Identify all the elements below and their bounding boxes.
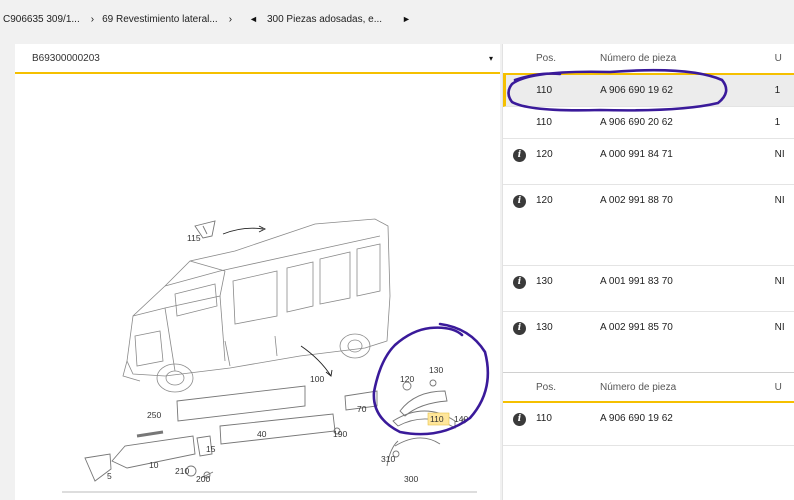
row-pos: 110 (535, 413, 552, 424)
breadcrumb: C906635 309/1... › 69 Revestimiento late… (0, 0, 794, 38)
row-qty: NI (774, 195, 785, 206)
row-pos: 110 (535, 117, 552, 128)
label-190: 190 (333, 429, 347, 439)
table-row[interactable]: 110 A 906 690 19 62 1 (503, 75, 794, 107)
breadcrumb-item-model[interactable]: C906635 309/1... (3, 14, 80, 25)
table-row[interactable]: i 110 A 906 690 19 62 (503, 403, 794, 446)
row-qty: NI (774, 276, 785, 287)
label-115: 115 (187, 233, 201, 243)
row-part-number: A 906 690 20 62 (600, 117, 673, 128)
row-pos: 130 (535, 322, 553, 333)
row-qty: NI (774, 322, 785, 333)
row-qty: 1 (774, 117, 781, 128)
label-120: 120 (400, 374, 414, 384)
previous-arrow-icon[interactable]: ◄ (249, 14, 258, 24)
label-15: 15 (206, 444, 216, 454)
info-icon[interactable]: i (512, 195, 526, 208)
label-140: 140 (454, 414, 468, 424)
row-part-number: A 906 690 19 62 (600, 413, 673, 424)
header-part-number[interactable]: Número de pieza (600, 382, 775, 393)
header-pos[interactable]: Pos. (536, 382, 600, 393)
info-icon[interactable]: i (512, 276, 526, 289)
label-250: 250 (147, 410, 161, 420)
table-row[interactable]: i 120 A 000 991 84 71 NI (503, 139, 794, 185)
header-pos[interactable]: Pos. (536, 53, 600, 64)
label-130: 130 (429, 365, 443, 375)
row-pos: 120 (535, 195, 553, 206)
row-qty: NI (774, 149, 785, 160)
next-arrow-icon[interactable]: ► (402, 14, 411, 24)
label-300: 300 (404, 474, 418, 484)
row-pos: 130 (535, 276, 553, 287)
row-qty: 1 (774, 85, 781, 96)
label-310: 310 (381, 454, 395, 464)
info-icon[interactable]: i (512, 413, 526, 426)
header-part-number[interactable]: Número de pieza (600, 53, 775, 64)
table-row[interactable]: i 120 A 002 991 88 70 NI (503, 185, 794, 266)
diagram-selector[interactable]: B69300000203 ▾ (15, 44, 500, 74)
table-row[interactable]: i 130 A 002 991 85 70 NI (503, 312, 794, 373)
info-icon[interactable]: i (512, 149, 526, 162)
row-pos: 120 (535, 149, 553, 160)
header-qty[interactable]: U (775, 382, 794, 393)
header-qty[interactable]: U (775, 53, 794, 64)
table-row[interactable]: 110 A 906 690 20 62 1 (503, 107, 794, 139)
breadcrumb-item-group[interactable]: 69 Revestimiento lateral... (102, 14, 218, 25)
row-part-number: A 906 690 19 62 (600, 85, 673, 96)
table-header: Pos. Número de pieza U (503, 44, 794, 75)
label-70: 70 (357, 404, 367, 414)
label-210: 210 (175, 466, 189, 476)
info-icon[interactable]: i (512, 322, 526, 335)
label-40: 40 (257, 429, 267, 439)
label-110: 110 (430, 414, 444, 424)
table-row[interactable]: i 130 A 001 991 83 70 NI (503, 266, 794, 312)
label-100: 100 (310, 374, 324, 384)
row-part-number: A 001 991 83 70 (600, 276, 673, 287)
label-5: 5 (107, 471, 112, 481)
row-part-number: A 002 991 85 70 (600, 322, 673, 333)
chevron-right-icon: › (90, 13, 95, 25)
row-part-number: A 000 991 84 71 (600, 149, 673, 160)
parts-table: Pos. Número de pieza U 110 A 906 690 19 … (502, 44, 794, 500)
diagram-code: B69300000203 (32, 52, 100, 64)
parts-diagram[interactable]: 115 100 250 40 70 190 10 15 210 200 5 12… (15, 76, 500, 500)
label-200: 200 (196, 474, 210, 484)
breadcrumb-item-subgroup[interactable]: 300 Piezas adosadas, e... (267, 14, 382, 25)
label-10: 10 (149, 460, 159, 470)
chevron-right-icon: › (228, 13, 233, 25)
row-pos: 110 (536, 85, 553, 96)
row-part-number: A 002 991 88 70 (600, 195, 673, 206)
secondary-table-header: Pos. Número de pieza U (503, 373, 794, 403)
diagram-panel: B69300000203 ▾ 115 100 250 40 70 190 10 … (15, 44, 500, 500)
caret-down-icon: ▾ (488, 53, 493, 63)
